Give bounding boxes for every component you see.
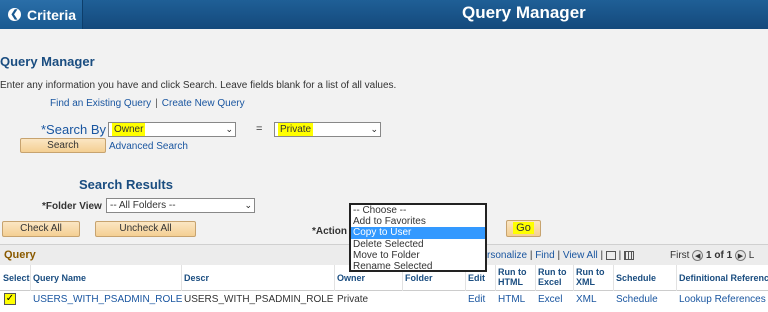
col-folder[interactable]: Folder <box>405 273 433 283</box>
download-grid-icon[interactable] <box>624 250 635 260</box>
view-all-link[interactable]: View All <box>563 250 598 261</box>
lookup-references-link[interactable]: Lookup References <box>679 294 766 305</box>
grid-title: Query <box>4 249 36 261</box>
link-separator: | <box>155 98 158 109</box>
col-definitional-reference: Definitional Reference <box>679 273 768 283</box>
operator: = <box>256 123 263 135</box>
chevron-down-icon: ⌄ <box>370 124 378 134</box>
chevron-down-icon: ⌄ <box>244 200 252 210</box>
run-excel-link[interactable]: Excel <box>538 294 562 305</box>
search-value-select[interactable]: Private ⌄ <box>274 122 381 137</box>
grid-pager: First ◀ 1 of 1 ▶ L <box>670 250 754 261</box>
back-to-criteria-button[interactable]: ❮ Criteria <box>0 0 83 29</box>
col-edit: Edit <box>468 273 485 283</box>
go-button[interactable]: Go <box>506 220 541 237</box>
query-links: Find an Existing Query | Create New Query <box>50 98 245 109</box>
section-heading: Query Manager <box>0 54 95 69</box>
col-query-name[interactable]: Query Name <box>33 273 86 283</box>
instructions-text: Enter any information you have and click… <box>0 80 397 91</box>
col-schedule: Schedule <box>616 273 657 283</box>
find-existing-query-link[interactable]: Find an Existing Query <box>50 98 151 109</box>
top-bar: ❮ Criteria Query Manager <box>0 0 768 29</box>
action-option[interactable]: Delete Selected <box>351 239 485 250</box>
personalize-link[interactable]: rsonalize <box>487 250 527 261</box>
search-by-value: Owner <box>112 123 146 136</box>
go-button-label: Go <box>513 222 534 234</box>
chevron-down-icon: ⌄ <box>225 124 233 134</box>
chevron-left-icon: ❮ <box>8 8 21 21</box>
row-select-checkbox[interactable]: ✓ <box>4 293 16 305</box>
search-by-label: *Search By <box>41 122 107 137</box>
action-option[interactable]: Add to Favorites <box>351 216 485 227</box>
col-run-excel: Run to Excel <box>538 267 567 287</box>
first-label: First <box>670 250 690 262</box>
action-option[interactable]: -- Choose -- <box>351 205 485 216</box>
owner-cell: Private <box>337 294 369 305</box>
find-link[interactable]: Find <box>535 250 554 261</box>
folder-view-label: *Folder View <box>42 201 102 212</box>
grid-toolbar: rsonalize | Find | View All | | <box>487 250 635 261</box>
action-option[interactable]: Copy to User <box>351 227 485 239</box>
create-new-query-link[interactable]: Create New Query <box>162 98 245 109</box>
col-owner[interactable]: Owner <box>337 273 365 283</box>
back-button-label: Criteria <box>27 6 77 23</box>
col-descr[interactable]: Descr <box>184 273 209 283</box>
row-range: 1 of 1 <box>706 250 733 262</box>
folder-view-select[interactable]: -- All Folders -- ⌄ <box>106 198 255 213</box>
check-all-button[interactable]: Check All <box>2 221 80 237</box>
run-html-link[interactable]: HTML <box>498 294 525 305</box>
query-name-cell[interactable]: USERS_WITH_PSADMIN_ROLE <box>33 294 182 305</box>
zoom-grid-icon[interactable] <box>605 250 616 260</box>
uncheck-all-button[interactable]: Uncheck All <box>95 221 196 237</box>
page-title: Query Manager <box>462 3 586 22</box>
previous-icon[interactable]: ◀ <box>692 250 704 261</box>
col-run-xml: Run to XML <box>576 267 605 287</box>
search-value: Private <box>278 123 314 136</box>
action-option[interactable]: Move to Folder <box>351 250 485 261</box>
col-select: Select <box>3 273 30 283</box>
col-run-html: Run to HTML <box>498 267 527 287</box>
action-dropdown-list[interactable]: -- Choose -- Add to Favorites Copy to User… <box>349 203 487 272</box>
descr-cell: USERS_WITH_PSADMIN_ROLE <box>184 294 334 305</box>
advanced-search-link[interactable]: Advanced Search <box>109 141 188 152</box>
next-icon[interactable]: ▶ <box>734 250 746 261</box>
folder-view-value: -- All Folders -- <box>110 200 176 211</box>
action-option[interactable]: Rename Selected <box>351 261 485 272</box>
search-button[interactable]: Search <box>20 138 106 153</box>
last-label: L <box>748 250 755 262</box>
edit-link[interactable]: Edit <box>468 294 485 305</box>
run-xml-link[interactable]: XML <box>576 294 597 305</box>
action-label: *Action <box>312 226 347 237</box>
search-by-select[interactable]: Owner ⌄ <box>108 122 236 137</box>
search-results-heading: Search Results <box>79 177 173 192</box>
schedule-link[interactable]: Schedule <box>616 294 658 305</box>
